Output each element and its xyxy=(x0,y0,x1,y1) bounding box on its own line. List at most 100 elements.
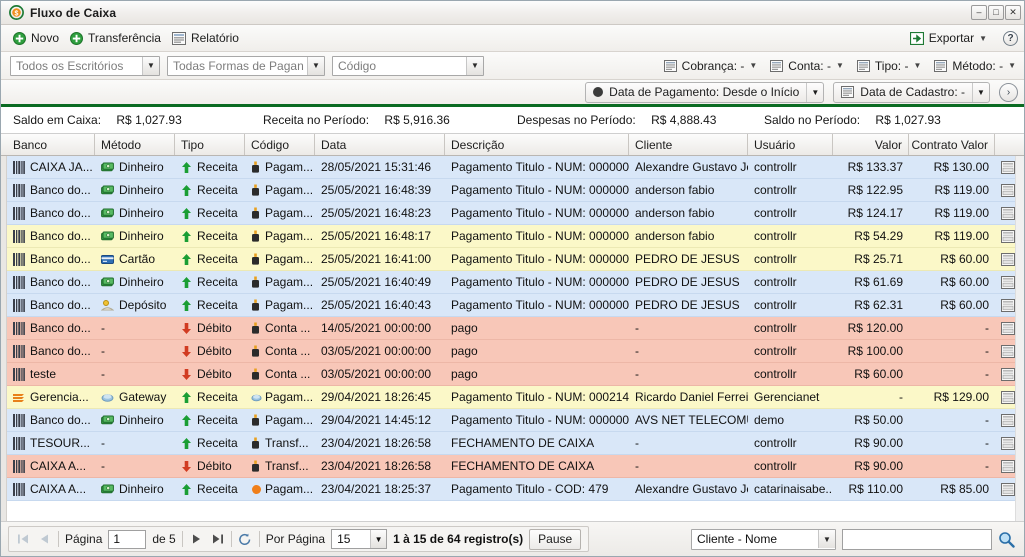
cobranca-filter[interactable]: Cobrança: - ▼ xyxy=(663,59,757,73)
cell-text: Receita xyxy=(197,160,238,174)
grid-header-cliente[interactable]: Cliente xyxy=(629,134,748,155)
grid-header-valor[interactable]: Valor xyxy=(833,134,909,155)
data-cadastro-filter[interactable]: Data de Cadastro: - ▼ xyxy=(833,81,990,103)
cell-text: Receita xyxy=(197,206,238,220)
prev-page-button[interactable] xyxy=(37,532,52,547)
edit-note-icon[interactable] xyxy=(1001,298,1015,312)
cell-text: - xyxy=(101,344,105,358)
cell-tipo: Débito xyxy=(175,344,245,358)
tipo-filter[interactable]: Tipo: - ▼ xyxy=(856,59,921,73)
arrow-up-icon xyxy=(181,230,192,243)
transferencia-button[interactable]: Transferência xyxy=(67,28,169,48)
edit-note-icon[interactable] xyxy=(1001,459,1015,473)
cell-text: anderson fabio xyxy=(635,183,715,197)
grid-header-tipo[interactable]: Tipo xyxy=(175,134,245,155)
edit-note-icon[interactable] xyxy=(1001,367,1015,381)
first-page-button[interactable] xyxy=(16,532,31,547)
table-row[interactable]: Banco do... Dinheiro Receita Pagam... 29/04/… xyxy=(7,409,1024,432)
formas-pagamento-select[interactable]: Todas Formas de Pagan ▼ xyxy=(167,55,325,76)
grid-header-acoes[interactable] xyxy=(995,134,1024,155)
escritorios-select[interactable]: Todos os Escritórios ▼ xyxy=(10,55,160,76)
conta-filter[interactable]: Conta: - ▼ xyxy=(770,59,844,73)
table-row[interactable]: Banco do... - Débito Conta ... 14/05/2021 00… xyxy=(7,317,1024,340)
refresh-button[interactable] xyxy=(238,532,253,547)
edit-note-icon[interactable] xyxy=(1001,229,1015,243)
search-field-select[interactable]: Cliente - Nome ▼ xyxy=(691,528,836,550)
grid-header-contrato[interactable]: Contrato Valor xyxy=(909,134,995,155)
formas-pagamento-value: Todas Formas de Pagan xyxy=(173,58,304,73)
chevron-down-icon: ▼ xyxy=(307,56,324,75)
table-row[interactable]: Banco do... Dinheiro Receita Pagam... 25/05/… xyxy=(7,225,1024,248)
edit-note-icon[interactable] xyxy=(1001,183,1015,197)
cell-metodo: Depósito xyxy=(95,298,175,312)
maximize-button[interactable]: □ xyxy=(988,5,1004,20)
page-number-input[interactable] xyxy=(108,529,147,549)
grid-header-usuario[interactable]: Usuário xyxy=(748,134,833,155)
table-row[interactable]: CAIXA JA... Dinheiro Receita Pagam... 28/05/… xyxy=(7,156,1024,179)
cell-banco: TESOUR... xyxy=(7,436,95,450)
data-pagamento-filter[interactable]: Data de Pagamento: Desde o Início ▼ xyxy=(585,81,825,103)
relatorio-button[interactable]: Relatório xyxy=(169,28,247,48)
divider xyxy=(258,531,260,547)
table-row[interactable]: Banco do... Dinheiro Receita Pagam... 25/05/… xyxy=(7,179,1024,202)
table-row[interactable]: Banco do... Cartão Receita Pagam... 25/05/20… xyxy=(7,248,1024,271)
cell-text: 25/05/2021 16:48:23 xyxy=(321,206,432,220)
search-icon[interactable] xyxy=(998,531,1015,548)
edit-note-icon[interactable] xyxy=(1001,321,1015,335)
cell-text: controllr xyxy=(754,275,797,289)
table-row[interactable]: TESOUR... - Receita Transf... 23/04/2021 18:… xyxy=(7,432,1024,455)
codigo-select[interactable]: Código ▼ xyxy=(332,55,484,76)
exportar-button[interactable]: Exportar ▼ xyxy=(907,28,995,48)
apply-filters-button[interactable]: › xyxy=(999,82,1018,102)
cell-text: Gerencia... xyxy=(30,390,89,404)
last-page-button[interactable] xyxy=(210,532,225,547)
grid-header-banco[interactable]: Banco xyxy=(7,134,95,155)
grid-header-metodo[interactable]: Método xyxy=(95,134,175,155)
cell-text: Pagam... xyxy=(265,482,314,496)
grid-header-descricao[interactable]: Descrição xyxy=(445,134,629,155)
table-row[interactable]: Banco do... Dinheiro Receita Pagam... 25/05/… xyxy=(7,202,1024,225)
next-page-button[interactable] xyxy=(189,532,204,547)
table-row[interactable]: Banco do... Depósito Receita Pagam... 25/05/… xyxy=(7,294,1024,317)
grid-body[interactable]: CAIXA JA... Dinheiro Receita Pagam... 28/05/… xyxy=(1,156,1024,521)
grid-header-codigo[interactable]: Código xyxy=(245,134,315,155)
cell-text: 23/04/2021 18:26:58 xyxy=(321,459,432,473)
cell-text: pago xyxy=(451,321,478,335)
cell-text: Transf... xyxy=(265,436,309,450)
edit-note-icon[interactable] xyxy=(1001,390,1015,404)
edit-note-icon[interactable] xyxy=(1001,482,1015,496)
search-input[interactable] xyxy=(842,528,992,550)
table-row[interactable]: Gerencia... Gateway Receita Pagam... 29/04/2… xyxy=(7,386,1024,409)
chevron-down-icon: ▼ xyxy=(979,33,987,43)
edit-note-icon[interactable] xyxy=(1001,252,1015,266)
minimize-button[interactable]: – xyxy=(971,5,987,20)
total-pages-label: de 5 xyxy=(152,532,176,546)
pause-button[interactable]: Pause xyxy=(529,528,582,550)
grid-header-label: Método xyxy=(101,137,142,152)
help-button[interactable]: ? xyxy=(1003,30,1018,46)
table-row[interactable]: teste - Débito Conta ... 03/05/2021 00:00:00… xyxy=(7,363,1024,386)
chevron-down-icon: ▼ xyxy=(835,61,844,70)
cell-text: Pagam... xyxy=(265,390,314,404)
table-row[interactable]: CAIXA A... - Débito Transf... 23/04/2021 18:… xyxy=(7,455,1024,478)
table-row[interactable]: Banco do... - Débito Conta ... 03/05/2021 00… xyxy=(7,340,1024,363)
edit-note-icon[interactable] xyxy=(1001,206,1015,220)
metodo-filter[interactable]: Método: - ▼ xyxy=(934,59,1016,73)
edit-note-icon[interactable] xyxy=(1001,275,1015,289)
grid-vertical-scrollbar[interactable] xyxy=(1015,156,1024,521)
novo-button[interactable]: Novo xyxy=(10,28,67,48)
close-button[interactable]: ✕ xyxy=(1005,5,1021,20)
edit-note-icon[interactable] xyxy=(1001,344,1015,358)
table-row[interactable]: Banco do... Dinheiro Receita Pagam... 25/05/… xyxy=(7,271,1024,294)
edit-note-icon[interactable] xyxy=(1001,436,1015,450)
per-page-select[interactable]: 15 ▼ xyxy=(331,529,388,549)
cell-valor: R$ 90.00 xyxy=(833,436,909,450)
grid-header-data[interactable]: Data xyxy=(315,134,445,155)
cell-data: 28/05/2021 15:31:46 xyxy=(315,160,445,174)
edit-note-icon[interactable] xyxy=(1001,160,1015,174)
table-row[interactable]: CAIXA A... Dinheiro Receita Pagam... 23/04/2… xyxy=(7,478,1024,501)
cell-text: - xyxy=(985,436,989,450)
edit-note-icon[interactable] xyxy=(1001,413,1015,427)
cell-contrato: - xyxy=(909,459,995,473)
list-icon xyxy=(770,59,784,72)
